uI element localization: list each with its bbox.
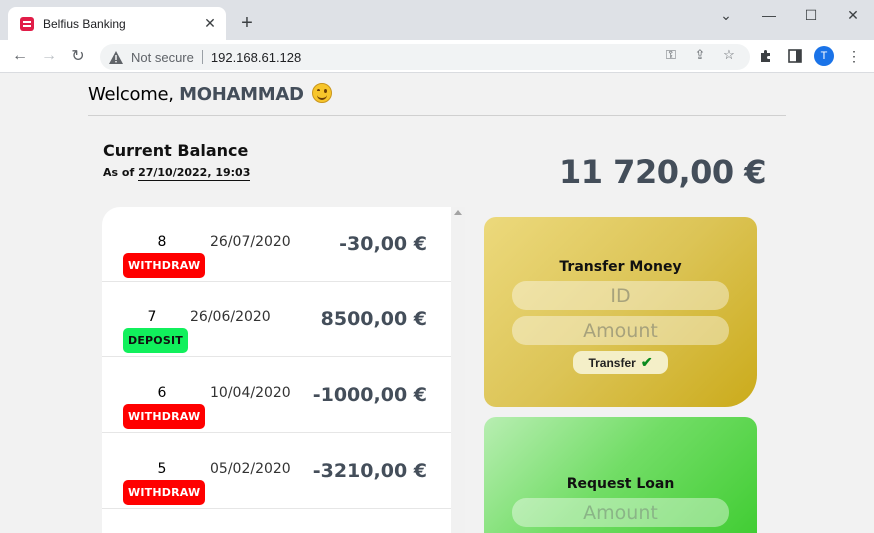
movement-row: 7 DEPOSIT 26/06/2020 8500,00 € <box>102 282 451 357</box>
movement-row: 5 WITHDRAW 05/02/2020 -3210,00 € <box>102 434 451 509</box>
movement-type-badge: DEPOSIT <box>123 328 188 353</box>
balance-amount: 11 720,00 € <box>559 153 767 191</box>
movement-number: 7 <box>147 309 157 325</box>
movement-date: 05/02/2020 <box>210 461 291 477</box>
chevron-down-icon[interactable]: ⌄ <box>705 0 747 30</box>
scroll-up-arrow-icon[interactable] <box>454 210 462 215</box>
movement-date: 26/06/2020 <box>190 309 271 325</box>
browser-tabstrip: Belfius Banking ✕ + ⌄ — ☐ ✕ <box>0 0 874 40</box>
movement-type-badge: WITHDRAW <box>123 253 206 278</box>
movement-amount: -1000,00 € <box>312 384 427 406</box>
movement-row: 6 WITHDRAW 10/04/2020 -1000,00 € <box>102 358 451 433</box>
as-of-label: As of <box>103 166 139 179</box>
movement-amount: -30,00 € <box>339 233 427 255</box>
share-icon[interactable]: ⇪ <box>689 44 711 66</box>
tab-title: Belfius Banking <box>43 16 126 31</box>
as-of-date: 27/10/2022, 19:03 <box>138 166 251 181</box>
movement-number: 8 <box>157 234 167 250</box>
movement-type-badge: WITHDRAW <box>123 404 206 429</box>
transfer-amount-input[interactable]: Amount <box>512 316 729 345</box>
key-icon[interactable]: ⚿ <box>660 44 682 66</box>
minimize-icon[interactable]: — <box>748 0 790 30</box>
divider <box>88 115 786 116</box>
movement-amount: 8500,00 € <box>320 308 427 330</box>
username: MOHAMMAD <box>179 84 304 105</box>
check-icon: ✔ <box>640 354 653 370</box>
movement-amount: -3210,00 € <box>312 460 427 482</box>
new-tab-icon[interactable]: + <box>236 12 258 34</box>
security-label[interactable]: Not secure <box>131 50 194 65</box>
reload-icon[interactable]: ↻ <box>66 44 90 68</box>
maximize-icon[interactable]: ☐ <box>790 0 832 30</box>
movement-type-badge: WITHDRAW <box>123 480 206 505</box>
address-bar[interactable]: Not secure 192.168.61.128 <box>100 44 750 70</box>
movement-number: 5 <box>157 461 167 477</box>
balance-title: Current Balance <box>103 141 249 160</box>
movements-scrollbar[interactable] <box>451 207 465 533</box>
warning-icon[interactable] <box>109 50 123 64</box>
loan-title: Request Loan <box>566 476 675 492</box>
browser-toolbar: ← → ↻ Not secure 192.168.61.128 ⚿ ⇪ ☆ T … <box>0 40 874 73</box>
window-close-icon[interactable]: ✕ <box>832 0 874 30</box>
balance-date: As of 27/10/2022, 19:03 <box>103 166 251 181</box>
browser-tab[interactable]: Belfius Banking ✕ <box>8 7 226 40</box>
request-loan-panel: Request Loan Amount <box>484 417 757 533</box>
banking-page: Welcome, MOHAMMAD Current Balance As of … <box>0 73 874 533</box>
tab-close-icon[interactable]: ✕ <box>200 14 220 34</box>
smiling-face-icon <box>312 83 333 103</box>
movements-list[interactable]: 8 WITHDRAW 26/07/2020 -30,00 € 7 DEPOSIT… <box>102 207 451 533</box>
profile-avatar[interactable]: T <box>814 46 834 66</box>
separator <box>201 50 203 64</box>
movement-number: 6 <box>157 385 167 401</box>
movement-date: 10/04/2020 <box>210 385 291 401</box>
back-icon[interactable]: ← <box>8 44 32 68</box>
movement-date: 26/07/2020 <box>210 234 291 250</box>
welcome-message: Welcome, MOHAMMAD <box>88 83 333 105</box>
extensions-icon[interactable] <box>755 45 777 67</box>
transfer-money-panel: Transfer Money ID Amount Transfer ✔ <box>484 217 757 407</box>
welcome-prefix: Welcome, <box>88 84 180 105</box>
transfer-title: Transfer Money <box>559 259 682 275</box>
transfer-id-input[interactable]: ID <box>512 281 729 310</box>
belfius-favicon-icon <box>20 16 34 31</box>
loan-amount-input[interactable]: Amount <box>512 498 729 527</box>
movement-row: 8 WITHDRAW 26/07/2020 -30,00 € <box>102 207 451 282</box>
forward-icon[interactable]: → <box>37 44 61 68</box>
url-text[interactable]: 192.168.61.128 <box>211 50 301 65</box>
menu-kebab-icon[interactable]: ⋮ <box>843 45 865 67</box>
transfer-button-label: Transfer <box>588 355 636 370</box>
side-panel-icon[interactable] <box>784 45 806 67</box>
transfer-button[interactable]: Transfer ✔ <box>573 351 668 374</box>
star-icon[interactable]: ☆ <box>718 44 740 66</box>
